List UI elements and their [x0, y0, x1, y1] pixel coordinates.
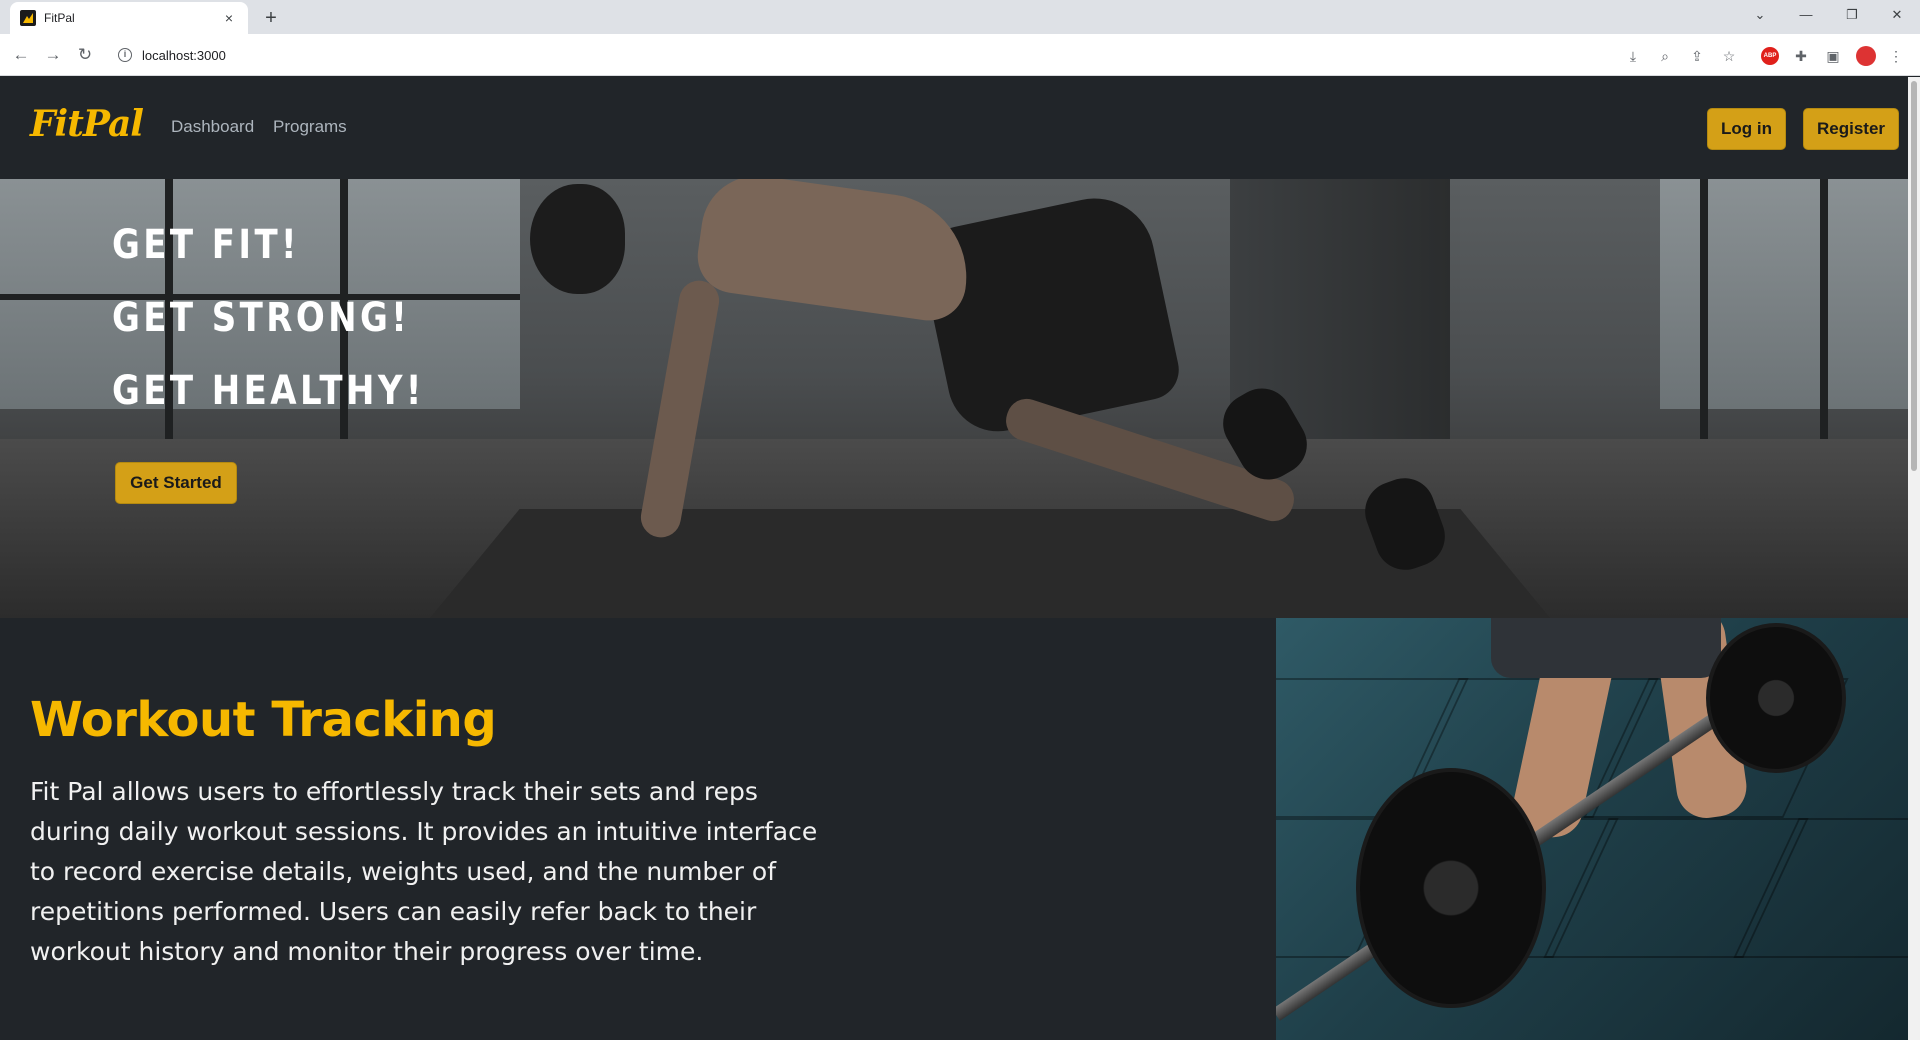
page-scrollbar[interactable] — [1908, 77, 1920, 1040]
profile-avatar[interactable] — [1856, 46, 1876, 66]
restore-window-icon[interactable]: ❐ — [1829, 0, 1875, 30]
tab-search-chevron-icon[interactable]: ⌄ — [1737, 0, 1783, 30]
back-icon[interactable]: ← — [8, 42, 34, 68]
weightlifting-image — [1276, 618, 1908, 1040]
fitpal-favicon-icon — [20, 10, 36, 26]
feature-title: Workout Tracking — [30, 692, 497, 748]
athlete-figure — [692, 179, 978, 326]
page-viewport: FitPal Dashboard Programs Log in Registe… — [0, 77, 1908, 1040]
adblock-icon[interactable]: ABP — [1761, 47, 1779, 65]
zoom-icon[interactable]: ⌕ — [1655, 46, 1675, 66]
reload-icon[interactable]: ↻ — [72, 42, 98, 68]
browser-toolbar: ← → ↻ i localhost:3000 ⤓ ⌕ ⇪ ☆ ABP ✚ ▣ ⋮ — [0, 34, 1920, 76]
get-started-button[interactable]: Get Started — [115, 462, 237, 504]
login-button[interactable]: Log in — [1707, 108, 1786, 150]
hero-headline-1: GET FIT! — [112, 222, 300, 268]
hero-headline-2: GET STRONG! — [112, 295, 411, 341]
site-info-icon[interactable]: i — [118, 48, 132, 62]
close-tab-icon[interactable]: × — [220, 10, 238, 26]
share-icon[interactable]: ⇪ — [1687, 46, 1707, 66]
athlete-figure — [530, 184, 625, 294]
close-window-icon[interactable]: ✕ — [1874, 0, 1920, 30]
site-navbar: FitPal Dashboard Programs Log in Registe… — [0, 77, 1908, 179]
minimize-window-icon[interactable]: — — [1783, 0, 1829, 30]
bookmark-star-icon[interactable]: ☆ — [1719, 46, 1739, 66]
nav-link-programs[interactable]: Programs — [273, 117, 347, 137]
browser-tab[interactable]: FitPal × — [10, 2, 248, 34]
hero-headline-3: GET HEALTHY! — [112, 368, 425, 414]
sidepanel-icon[interactable]: ▣ — [1823, 46, 1843, 66]
forward-icon[interactable]: → — [40, 42, 66, 68]
fitpal-logo[interactable]: FitPal — [30, 103, 144, 145]
extensions-icon[interactable]: ✚ — [1791, 46, 1811, 66]
menu-icon[interactable]: ⋮ — [1886, 46, 1906, 66]
hero-window-frame — [1700, 179, 1708, 439]
feature-description: Fit Pal allows users to effortlessly tra… — [30, 777, 818, 966]
nav-link-dashboard[interactable]: Dashboard — [171, 117, 254, 137]
new-tab-icon[interactable]: + — [258, 5, 284, 31]
register-button[interactable]: Register — [1803, 108, 1899, 150]
hero-window-frame — [1820, 179, 1828, 439]
install-icon[interactable]: ⤓ — [1623, 46, 1643, 66]
barbell-plate — [1706, 623, 1846, 773]
tab-title: FitPal — [44, 11, 75, 25]
hero-window-bg-right — [1660, 179, 1908, 409]
browser-tabstrip: FitPal × + ⌄ — ❐ ✕ — [0, 0, 1920, 34]
athlete-figure — [915, 187, 1185, 441]
athlete-shorts — [1491, 618, 1721, 678]
barbell-plate — [1356, 768, 1546, 1008]
scrollbar-thumb[interactable] — [1911, 81, 1917, 471]
url-text: localhost:3000 — [142, 47, 226, 63]
